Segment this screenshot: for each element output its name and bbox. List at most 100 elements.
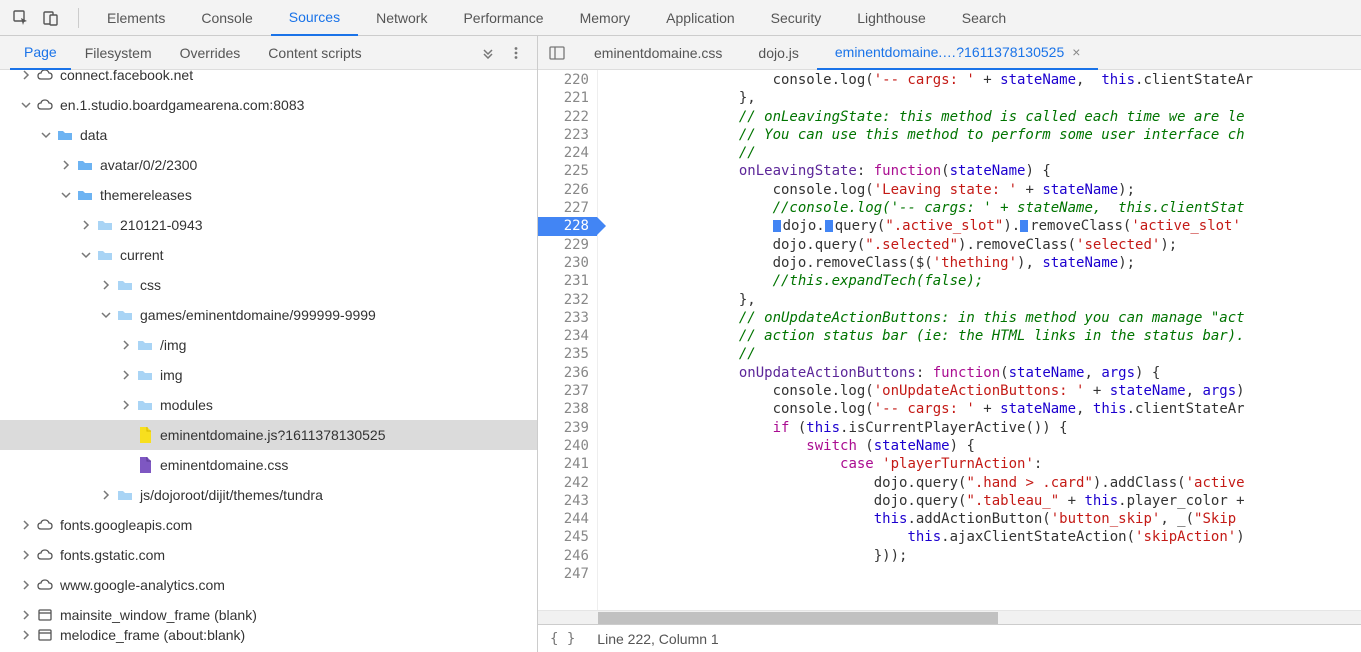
code-line[interactable]: //console.log('-- cargs: ' + stateName, …: [604, 199, 1361, 217]
tree-row[interactable]: games/eminentdomaine/999999-9999: [0, 300, 537, 330]
line-number[interactable]: 241: [538, 455, 589, 473]
pretty-print-icon[interactable]: { }: [550, 631, 575, 647]
code-line[interactable]: dojo.query(".selected").removeClass('sel…: [604, 236, 1361, 254]
line-number[interactable]: 225: [538, 162, 589, 180]
code-line[interactable]: },: [604, 89, 1361, 107]
tree-arrow-icon[interactable]: [20, 99, 32, 111]
code-line[interactable]: dojo.query(".hand > .card").addClass('ac…: [604, 474, 1361, 492]
tree-row[interactable]: fonts.gstatic.com: [0, 540, 537, 570]
horizontal-scrollbar[interactable]: [538, 610, 1361, 624]
top-tab-memory[interactable]: Memory: [562, 0, 649, 36]
tree-row[interactable]: eminentdomaine.js?1611378130525: [0, 420, 537, 450]
line-number[interactable]: 238: [538, 400, 589, 418]
line-number[interactable]: 233: [538, 309, 589, 327]
tree-row[interactable]: themereleases: [0, 180, 537, 210]
tree-arrow-icon[interactable]: [20, 629, 32, 641]
navigator-tab-page[interactable]: Page: [10, 36, 71, 70]
tree-row[interactable]: js/dojoroot/dijit/themes/tundra: [0, 480, 537, 510]
top-tab-network[interactable]: Network: [358, 0, 445, 36]
tree-row[interactable]: 210121-0943: [0, 210, 537, 240]
line-number[interactable]: 224: [538, 144, 589, 162]
line-number[interactable]: 236: [538, 364, 589, 382]
line-number[interactable]: 230: [538, 254, 589, 272]
code-editor[interactable]: 2202212222232242252262272282292302312322…: [538, 70, 1361, 610]
line-number[interactable]: 237: [538, 382, 589, 400]
tree-arrow-icon[interactable]: [20, 549, 32, 561]
line-number[interactable]: 235: [538, 345, 589, 363]
line-number-gutter[interactable]: 2202212222232242252262272282292302312322…: [538, 70, 598, 610]
line-number[interactable]: 242: [538, 474, 589, 492]
editor-tab[interactable]: eminentdomaine.…?1611378130525×: [817, 36, 1099, 70]
inspect-element-icon[interactable]: [8, 5, 34, 31]
code-line[interactable]: onUpdateActionButtons: function(stateNam…: [604, 364, 1361, 382]
line-number[interactable]: 227: [538, 199, 589, 217]
code-line[interactable]: console.log('Leaving state: ' + stateNam…: [604, 181, 1361, 199]
tree-row[interactable]: en.1.studio.boardgamearena.com:8083: [0, 90, 537, 120]
toggle-navigator-icon[interactable]: [544, 40, 570, 66]
code-line[interactable]: switch (stateName) {: [604, 437, 1361, 455]
line-number[interactable]: 231: [538, 272, 589, 290]
line-number[interactable]: 234: [538, 327, 589, 345]
navigator-tab-filesystem[interactable]: Filesystem: [71, 36, 166, 70]
code-line[interactable]: console.log('-- cargs: ' + stateName, th…: [604, 400, 1361, 418]
code-line[interactable]: },: [604, 291, 1361, 309]
top-tab-lighthouse[interactable]: Lighthouse: [839, 0, 944, 36]
top-tab-sources[interactable]: Sources: [271, 0, 358, 36]
code-line[interactable]: // onLeavingState: this method is called…: [604, 108, 1361, 126]
top-tab-security[interactable]: Security: [753, 0, 840, 36]
line-number[interactable]: 222: [538, 108, 589, 126]
tree-arrow-icon[interactable]: [120, 369, 132, 381]
tree-row[interactable]: data: [0, 120, 537, 150]
line-number[interactable]: 232: [538, 291, 589, 309]
kebab-menu-icon[interactable]: [505, 42, 527, 64]
tree-arrow-icon[interactable]: [120, 429, 132, 441]
top-tab-console[interactable]: Console: [183, 0, 270, 36]
line-number[interactable]: 220: [538, 71, 589, 89]
code-line[interactable]: //: [604, 345, 1361, 363]
tree-row[interactable]: css: [0, 270, 537, 300]
code-line[interactable]: case 'playerTurnAction':: [604, 455, 1361, 473]
tree-row[interactable]: /img: [0, 330, 537, 360]
navigator-tab-content-scripts[interactable]: Content scripts: [254, 36, 375, 70]
line-number[interactable]: 223: [538, 126, 589, 144]
code-line[interactable]: dojo.query(".active_slot").removeClass('…: [604, 217, 1361, 235]
code-line[interactable]: console.log('-- cargs: ' + stateName, th…: [604, 71, 1361, 89]
tree-arrow-icon[interactable]: [120, 339, 132, 351]
tree-arrow-icon[interactable]: [20, 609, 32, 621]
code-line[interactable]: // onUpdateActionButtons: in this method…: [604, 309, 1361, 327]
file-tree[interactable]: connect.facebook.neten.1.studio.boardgam…: [0, 70, 537, 652]
tree-arrow-icon[interactable]: [100, 309, 112, 321]
tree-row[interactable]: img: [0, 360, 537, 390]
navigator-tab-overrides[interactable]: Overrides: [166, 36, 255, 70]
line-number[interactable]: 245: [538, 528, 589, 546]
tree-row[interactable]: melodice_frame (about:blank): [0, 620, 537, 650]
tree-arrow-icon[interactable]: [40, 129, 52, 141]
tree-row[interactable]: www.google-analytics.com: [0, 570, 537, 600]
line-number[interactable]: 240: [538, 437, 589, 455]
tree-arrow-icon[interactable]: [100, 489, 112, 501]
device-toggle-icon[interactable]: [38, 5, 64, 31]
tree-arrow-icon[interactable]: [20, 70, 32, 81]
code-line[interactable]: dojo.removeClass($('thething'), stateNam…: [604, 254, 1361, 272]
tree-arrow-icon[interactable]: [60, 189, 72, 201]
tree-arrow-icon[interactable]: [80, 249, 92, 261]
code-line[interactable]: // You can use this method to perform so…: [604, 126, 1361, 144]
line-number[interactable]: 221: [538, 89, 589, 107]
code-line[interactable]: [604, 565, 1361, 583]
tree-row[interactable]: modules: [0, 390, 537, 420]
line-number[interactable]: 246: [538, 547, 589, 565]
code-line[interactable]: console.log('onUpdateActionButtons: ' + …: [604, 382, 1361, 400]
tree-arrow-icon[interactable]: [100, 279, 112, 291]
tree-arrow-icon[interactable]: [20, 579, 32, 591]
more-tabs-icon[interactable]: [477, 42, 499, 64]
editor-tab[interactable]: eminentdomaine.css: [576, 36, 740, 70]
tree-arrow-icon[interactable]: [80, 219, 92, 231]
top-tab-elements[interactable]: Elements: [89, 0, 183, 36]
tree-row[interactable]: eminentdomaine.css: [0, 450, 537, 480]
tree-arrow-icon[interactable]: [20, 519, 32, 531]
tree-row[interactable]: current: [0, 240, 537, 270]
code-line[interactable]: // action status bar (ie: the HTML links…: [604, 327, 1361, 345]
tree-arrow-icon[interactable]: [120, 459, 132, 471]
editor-tab[interactable]: dojo.js: [740, 36, 816, 70]
line-number[interactable]: 228: [538, 217, 597, 235]
